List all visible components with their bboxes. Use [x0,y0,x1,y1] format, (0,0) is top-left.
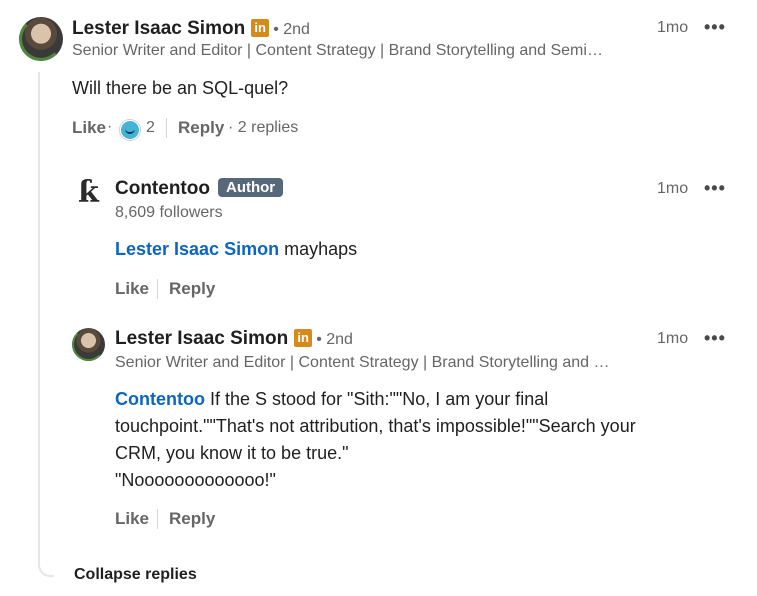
linkedin-icon: in [251,19,270,37]
reply-time: 1mo [657,180,689,197]
reply-line: touchpoint.""That's not attribution, tha… [115,416,636,436]
replies-count[interactable]: · 2 replies [228,119,298,137]
comment-time: 1mo [657,19,689,36]
followers-count: 8,609 followers [115,204,223,221]
reply-header: Contentoo Author [115,178,284,200]
linkedin-icon: in [294,329,313,347]
divider [157,509,158,529]
commenter-name[interactable]: Lester Isaac Simon [72,18,245,39]
reply-line: "Nooooooooooooo!" [115,470,276,490]
like-button[interactable]: Like [72,118,106,138]
avatar[interactable] [19,17,63,61]
comment-header: Lester Isaac Simon in • 2nd [72,18,310,40]
reply-button[interactable]: Reply [169,509,215,529]
author-badge: Author [217,178,284,197]
more-options-icon[interactable]: ••• [704,328,726,349]
reply-time: 1mo [657,330,689,347]
reply-text: Contentoo If the S stood for "Sith:""No,… [115,386,715,494]
reply-body: mayhaps [279,239,358,259]
more-options-icon[interactable]: ••• [704,178,726,199]
connection-degree: • 2nd [316,331,353,348]
reply-line: CRM, you know it to be true." [115,443,349,463]
avatar[interactable] [72,328,105,361]
funny-reaction-icon[interactable] [120,120,140,140]
reply-author-name[interactable]: Lester Isaac Simon [115,328,288,349]
contentoo-logo[interactable]: ƙ [78,175,99,210]
reply-author-name[interactable]: Contentoo [115,178,210,199]
divider [157,279,158,299]
collapse-replies-button[interactable]: Collapse replies [74,566,197,584]
like-button[interactable]: Like [115,509,149,529]
divider [166,118,167,138]
commenter-headline: Senior Writer and Editor | Content Strat… [72,42,603,59]
reply-text: Lester Isaac Simon mayhaps [115,236,357,263]
reply-line: Contentoo If the S stood for "Sith:""No,… [115,386,715,413]
thread-line [38,72,54,577]
reply-headline: Senior Writer and Editor | Content Strat… [115,354,610,371]
mention-link[interactable]: Lester Isaac Simon [115,239,279,259]
reply-button[interactable]: Reply [169,279,215,299]
reply-header: Lester Isaac Simon in • 2nd [115,328,353,350]
reply-button[interactable]: Reply [178,118,224,138]
comment-text: Will there be an SQL-quel? [72,78,289,98]
reply-body: If the S stood for "Sith:""No, I am your… [204,389,549,409]
reaction-count[interactable]: 2 [146,119,155,137]
like-button[interactable]: Like [115,279,149,299]
like-separator: · [107,118,113,135]
connection-degree: • 2nd [273,21,310,38]
more-options-icon[interactable]: ••• [704,17,726,38]
mention-link[interactable]: Contentoo [115,389,205,409]
